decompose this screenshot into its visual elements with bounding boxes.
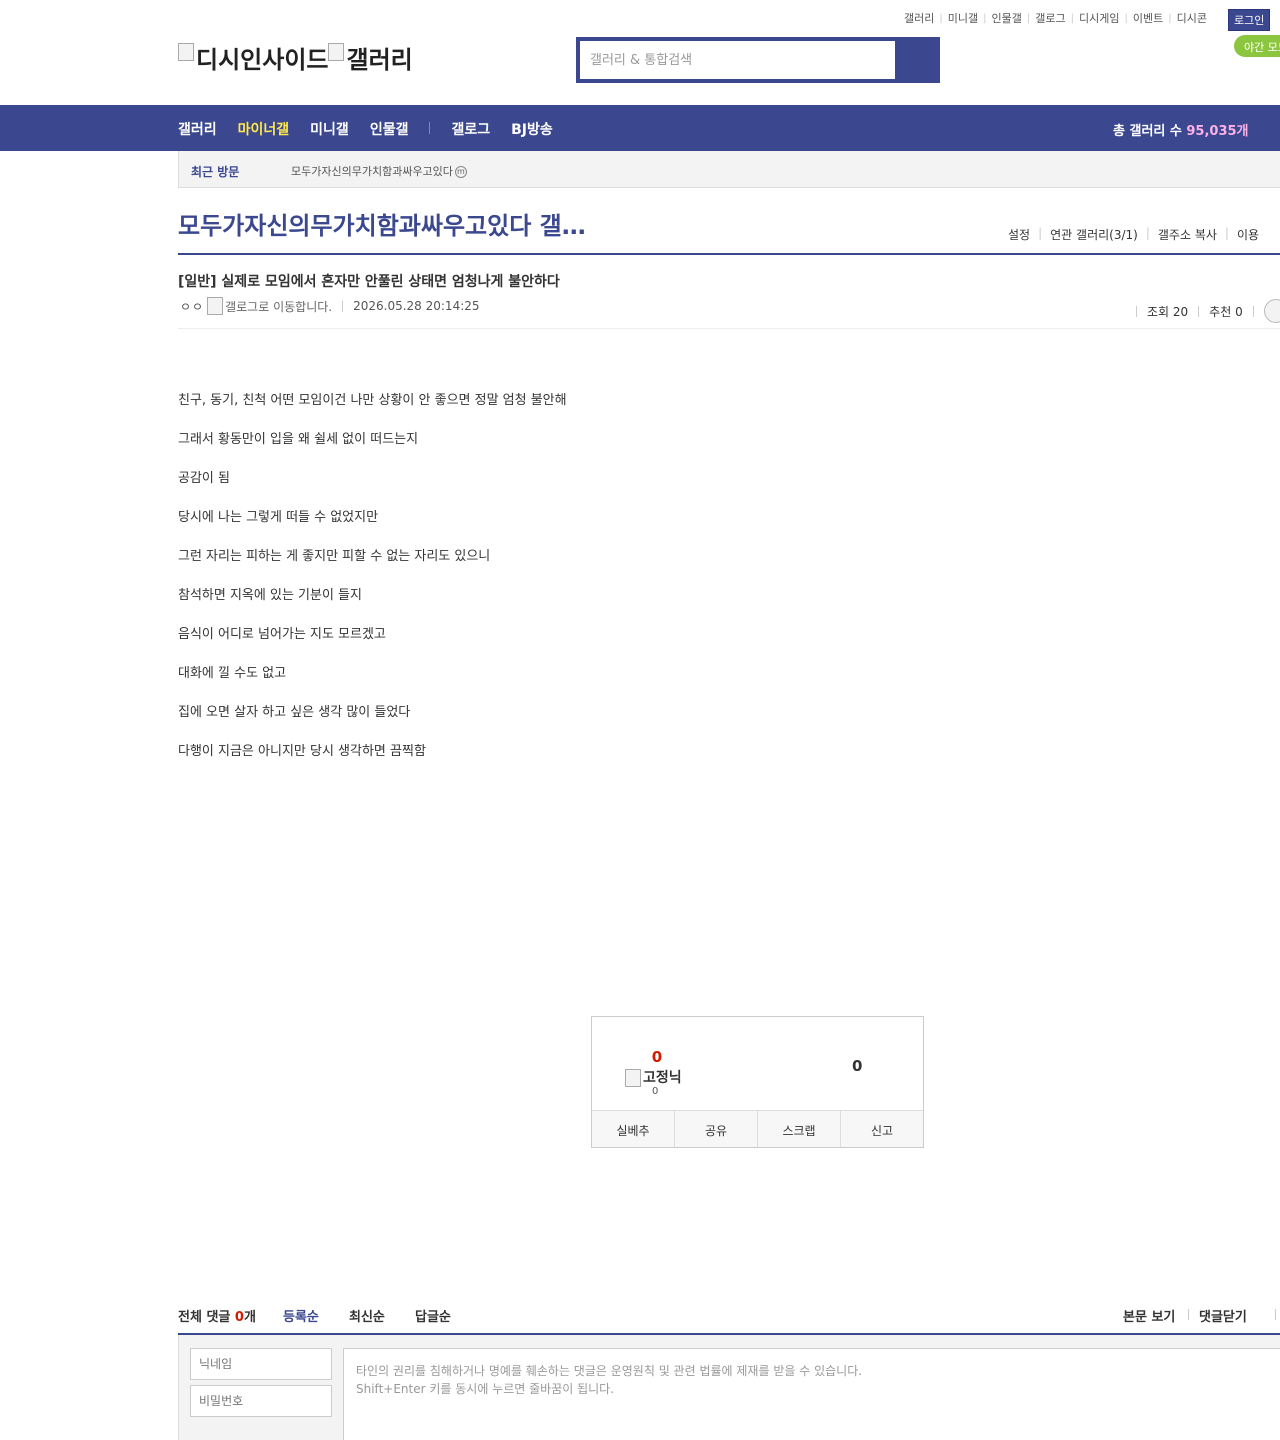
related-gallery-link[interactable]: 연관 갤러리(3/1) [1042,226,1146,243]
comment-textarea[interactable]: 타인의 권리를 침해하거나 명예를 훼손하는 댓글은 운영원칙 및 관련 법률에… [343,1348,1280,1440]
best-recommend-button[interactable]: 실베추 [592,1111,675,1147]
search-icon [908,52,921,65]
comment-write-area: 타인의 권리를 침해하거나 명예를 훼손하는 댓글은 운영원칙 및 관련 법률에… [178,1335,1280,1440]
gallery-logo-image: 갤러리 [328,40,412,75]
post-view-count: 조회 20 [1147,304,1189,319]
login-button[interactable]: 로그인 [1228,9,1271,31]
post-meta: ㅇㅇ 갤로그로 이동합니다. 2026.05.28 20:14:25 [180,297,480,315]
dcinside-logo-image: 디시인사이드 [178,40,328,75]
post-body: 친구, 동기, 친척 어떤 모임이건 나만 상황이 안 좋으면 정말 엄청 불안… [178,393,567,783]
util-link-minigall[interactable]: 미니갤 [943,10,983,26]
util-link-gallery[interactable]: 갤러리 [904,10,939,26]
post-action-buttons: 실베추 공유 스크랩 신고 [592,1110,923,1147]
util-link-gallog[interactable]: 갤로그 [1030,10,1070,26]
gnb-person-gallery[interactable]: 인물갤 [370,119,409,139]
total-gallery-number: 95,035개 [1186,124,1249,139]
post-body-line: 음식이 어디로 넘어가는 지도 모르겠고 [178,627,386,642]
gallery-settings-link[interactable]: 설정 [1008,226,1038,243]
post-body-line: 그런 자리는 피하는 게 좋지만 피할 수 없는 자리도 있으니 [178,549,491,564]
comment-total-number: 0 [234,1310,244,1325]
comment-notice-line: Shift+Enter 키를 동시에 누르면 줄바꿈이 됩니다. [356,1382,615,1396]
recent-visit-bar: 최근 방문 모두가자신의무가치함과싸우고있다 m [178,151,1280,188]
gallery-title[interactable]: 모두가자신의무가치함과싸우고있다 갤… [178,206,586,241]
gnb-bj-broadcast[interactable]: BJ방송 [511,119,553,139]
comment-total-suffix: 개 [243,1310,256,1325]
comment-bar-divider [1188,1309,1189,1320]
gallery-usage-link[interactable]: 이용 [1229,226,1267,243]
meta-divider [342,300,344,312]
search-box [576,37,940,83]
global-nav-bar: 갤러리 마이너갤 미니갤 인물갤 갤로그 BJ방송 총 갤러리 수 95,035… [0,105,1280,151]
site-logo[interactable]: 디시인사이드 갤러리 [178,40,413,75]
total-gallery-label: 총 갤러리 수 [1113,124,1182,139]
recommend-up-count[interactable]: 0 [592,1048,722,1066]
post-body-line: 당시에 나는 그렇게 떠들 수 없었지만 [178,510,379,525]
fixed-nick-count: 0 [652,1086,659,1097]
recent-visit-title: 최근 방문 [191,165,240,179]
top-util-nav: 갤러리 | 미니갤 | 인물갤 | 갤로그 | 디시게임 | 이벤트 | 디시콘 [904,10,1212,26]
recommend-box: 0 고정닉 0 0 실베추 공유 스크랩 신고 [591,1016,924,1148]
gallery-tools: 설정 | 연관 갤러리(3/1) | 갤주소 복사 | 이용 [1008,226,1267,243]
copy-gallery-url-link[interactable]: 갤주소 복사 [1150,226,1225,243]
stats-divider [1252,305,1254,317]
util-link-dcgame[interactable]: 디시게임 [1074,10,1124,26]
comment-total-prefix: 전체 댓글 [178,1310,235,1325]
search-input[interactable] [580,41,895,79]
post-date: 2026.05.28 20:14:25 [353,299,480,313]
post-body-line: 집에 오면 살자 하고 싶은 생각 많이 들었다 [178,705,411,720]
post-title: [일반] 실제로 모임에서 혼자만 안풀린 상태면 엄청나게 불안하다 [178,274,560,290]
comment-total: 전체 댓글 0개 [178,1306,256,1325]
close-comments-link[interactable]: 댓글닫기 [1199,1306,1247,1325]
util-link-persongall[interactable]: 인물갤 [987,10,1027,26]
post-recommend-count: 추천 0 [1209,304,1243,319]
post-stats: 조회 20 추천 0 [1136,299,1280,323]
post-writer[interactable]: ㅇㅇ [180,298,204,315]
minor-gallery-mark-icon: m [454,166,467,178]
gnb-divider [429,122,431,134]
share-button[interactable]: 공유 [675,1111,758,1147]
post-body-line: 공감이 됨 [178,471,230,486]
recent-visit-item-label: 모두가자신의무가치함과싸우고있다 [291,165,453,178]
search-button[interactable] [896,41,936,79]
scrap-button[interactable]: 스크랩 [758,1111,841,1147]
recent-visit-item[interactable]: 모두가자신의무가치함과싸우고있다 m [291,163,467,179]
sort-replies[interactable]: 답글순 [415,1306,451,1325]
stats-divider [1198,305,1200,317]
gnb-mini-gallery[interactable]: 미니갤 [310,119,349,139]
gnb-gallog[interactable]: 갤로그 [451,119,490,139]
title-divider [178,253,1280,255]
more-options-button[interactable] [1263,299,1280,323]
night-mode-toggle[interactable]: 야간 모드 [1234,35,1280,57]
gnb-minor-gallery[interactable]: 마이너갤 [238,119,290,139]
post-body-line: 그래서 황동만이 입을 왜 쉴세 없이 떠드는지 [178,432,419,447]
comment-notice-line: 타인의 권리를 침해하거나 명예를 훼손하는 댓글은 운영원칙 및 관련 법률에… [356,1364,863,1378]
gallog-link-icon[interactable]: 갤로그로 이동합니다. [207,297,332,315]
sort-latest[interactable]: 최신순 [349,1306,385,1325]
password-input[interactable] [190,1385,332,1417]
nickname-input[interactable] [190,1348,332,1380]
post-body-line: 참석하면 지옥에 있는 기분이 들지 [178,588,362,603]
sort-registered[interactable]: 등록순 [283,1306,319,1325]
meta-divider-line [178,328,1280,329]
global-nav-menu: 갤러리 마이너갤 미니갤 인물갤 갤로그 BJ방송 [178,119,574,139]
post-body-line: 대화에 낄 수도 없고 [178,666,287,681]
total-gallery-count: 총 갤러리 수 95,035개 [1113,120,1249,139]
util-link-dccon[interactable]: 디시콘 [1172,10,1212,26]
gnb-gallery[interactable]: 갤러리 [178,119,217,139]
post-body-line: 친구, 동기, 친척 어떤 모임이건 나만 상황이 안 좋으면 정말 엄청 불안… [178,393,567,408]
post-body-line: 다행이 지금은 아니지만 당시 생각하면 끔찍함 [178,744,426,759]
recommend-down-count[interactable]: 0 [852,1057,862,1075]
report-button[interactable]: 신고 [841,1111,923,1147]
fixed-nick-icon: 고정닉 [625,1067,682,1087]
util-link-event[interactable]: 이벤트 [1128,10,1168,26]
stats-divider [1136,305,1137,317]
view-body-link[interactable]: 본문 보기 [1123,1306,1175,1325]
comment-bar-divider [1275,1309,1276,1320]
